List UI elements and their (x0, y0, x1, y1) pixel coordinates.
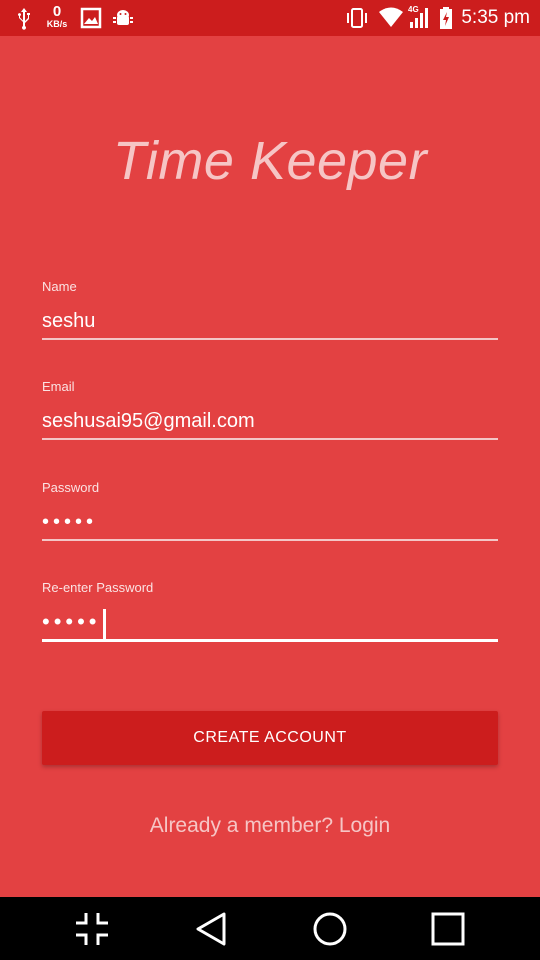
reenter-password-input[interactable]: ••••• (42, 608, 498, 639)
email-label: Email (42, 379, 75, 394)
app-title: Time Keeper (112, 131, 428, 191)
email-underline (42, 438, 498, 440)
collapse-icon[interactable] (72, 909, 112, 949)
name-label: Name (42, 279, 77, 294)
usb-icon (18, 8, 30, 30)
password-label: Password (42, 480, 100, 495)
back-icon[interactable] (192, 909, 232, 949)
reenter-password-field[interactable]: Re-enter Password ••••• (42, 580, 498, 642)
create-account-button[interactable]: CREATE ACCOUNT (42, 711, 498, 765)
network-speed: 0 KB/s (46, 3, 68, 29)
name-underline (42, 338, 498, 340)
password-field[interactable]: Password ••••• (42, 480, 498, 541)
android-debug-icon (113, 10, 133, 25)
reenter-password-value: ••••• (42, 609, 101, 634)
vibrate-icon (347, 8, 367, 28)
password-underline (42, 539, 498, 541)
reenter-password-underline (42, 639, 498, 642)
name-input[interactable]: seshu (42, 307, 498, 335)
signal-icon (410, 8, 428, 28)
reenter-password-label: Re-enter Password (42, 580, 154, 595)
text-cursor (102, 608, 106, 639)
login-link[interactable]: Already a member? Login (0, 814, 540, 838)
status-time: 5:35 pm (461, 7, 530, 28)
battery-charging-icon (440, 7, 452, 29)
status-bar: 0 KB/s 4G 5:35 pm (0, 0, 540, 36)
home-icon[interactable] (310, 909, 350, 949)
name-field[interactable]: Name seshu (42, 279, 498, 340)
email-field[interactable]: Email seshusai95@gmail.com (42, 379, 498, 440)
wifi-icon (379, 7, 403, 27)
image-icon (80, 7, 102, 29)
navigation-bar (0, 897, 540, 960)
email-input[interactable]: seshusai95@gmail.com (42, 407, 498, 435)
password-input[interactable]: ••••• (42, 508, 498, 536)
recents-icon[interactable] (428, 909, 468, 949)
